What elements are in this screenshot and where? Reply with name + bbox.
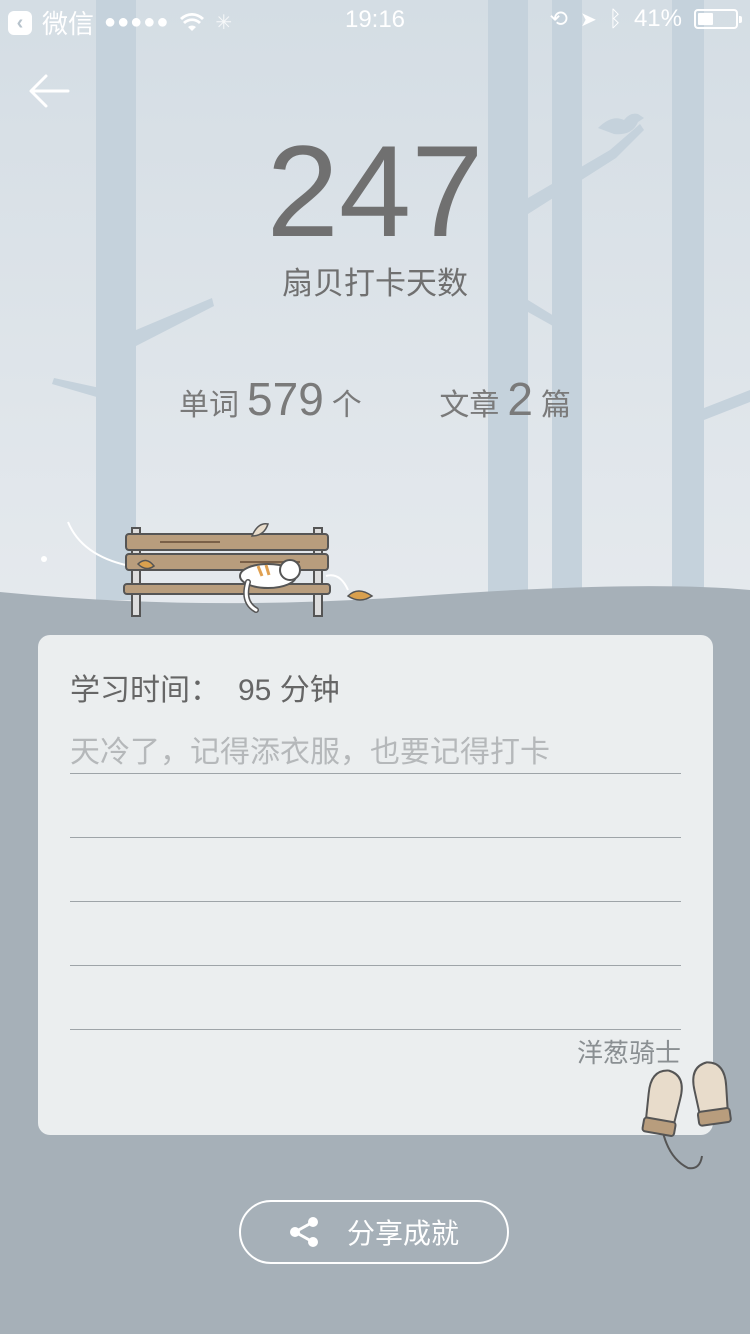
ruled-line [70, 901, 681, 902]
bluetooth-icon: ᛒ [608, 6, 622, 31]
words-count: 579 [247, 373, 324, 425]
share-button-label: 分享成就 [346, 1217, 459, 1250]
study-time-value: 95 分钟 [238, 674, 340, 707]
ruled-line [70, 965, 681, 966]
note-card: 学习时间： 95 分钟 天冷了，记得添衣服，也要记得打卡 洋葱骑士 [38, 635, 713, 1135]
battery-level [698, 13, 713, 25]
ruled-line [70, 773, 681, 774]
words-prefix: 单词 [179, 388, 240, 423]
study-time: 学习时间： 95 分钟 [70, 665, 340, 709]
words-stat: 单词 579 个 [179, 372, 362, 426]
study-time-label: 学习时间： [70, 673, 220, 708]
checkin-days-label: 扇贝打卡天数 [282, 266, 468, 302]
articles-unit: 篇 [540, 388, 571, 423]
share-icon [289, 1217, 318, 1247]
articles-count: 2 [507, 373, 533, 425]
status-bar: ‹ 微信 ●●●●● ✳ 19:16 ⟲ ➤ ᛒ 41% [0, 0, 750, 40]
orientation-lock-icon: ⟲ [549, 6, 568, 31]
stats-row: 单词 579 个 文章 2 篇 [0, 372, 750, 426]
ruled-line [70, 837, 681, 838]
battery-icon [694, 9, 742, 29]
share-achievement-button[interactable]: 分享成就 [239, 1200, 509, 1264]
articles-prefix: 文章 [439, 388, 500, 423]
status-right: ⟲ ➤ ᛒ 41% [549, 5, 742, 33]
mittens-illustration [641, 1061, 732, 1170]
battery-percent: 41% [633, 5, 682, 32]
location-icon: ➤ [579, 8, 597, 31]
articles-stat: 文章 2 篇 [439, 372, 571, 426]
ruled-line [70, 1029, 681, 1030]
back-arrow-icon[interactable] [24, 66, 78, 116]
checkin-days-count: 247 [266, 118, 484, 264]
note-input[interactable]: 天冷了，记得添衣服，也要记得打卡 [70, 727, 550, 771]
words-unit: 个 [331, 388, 362, 423]
